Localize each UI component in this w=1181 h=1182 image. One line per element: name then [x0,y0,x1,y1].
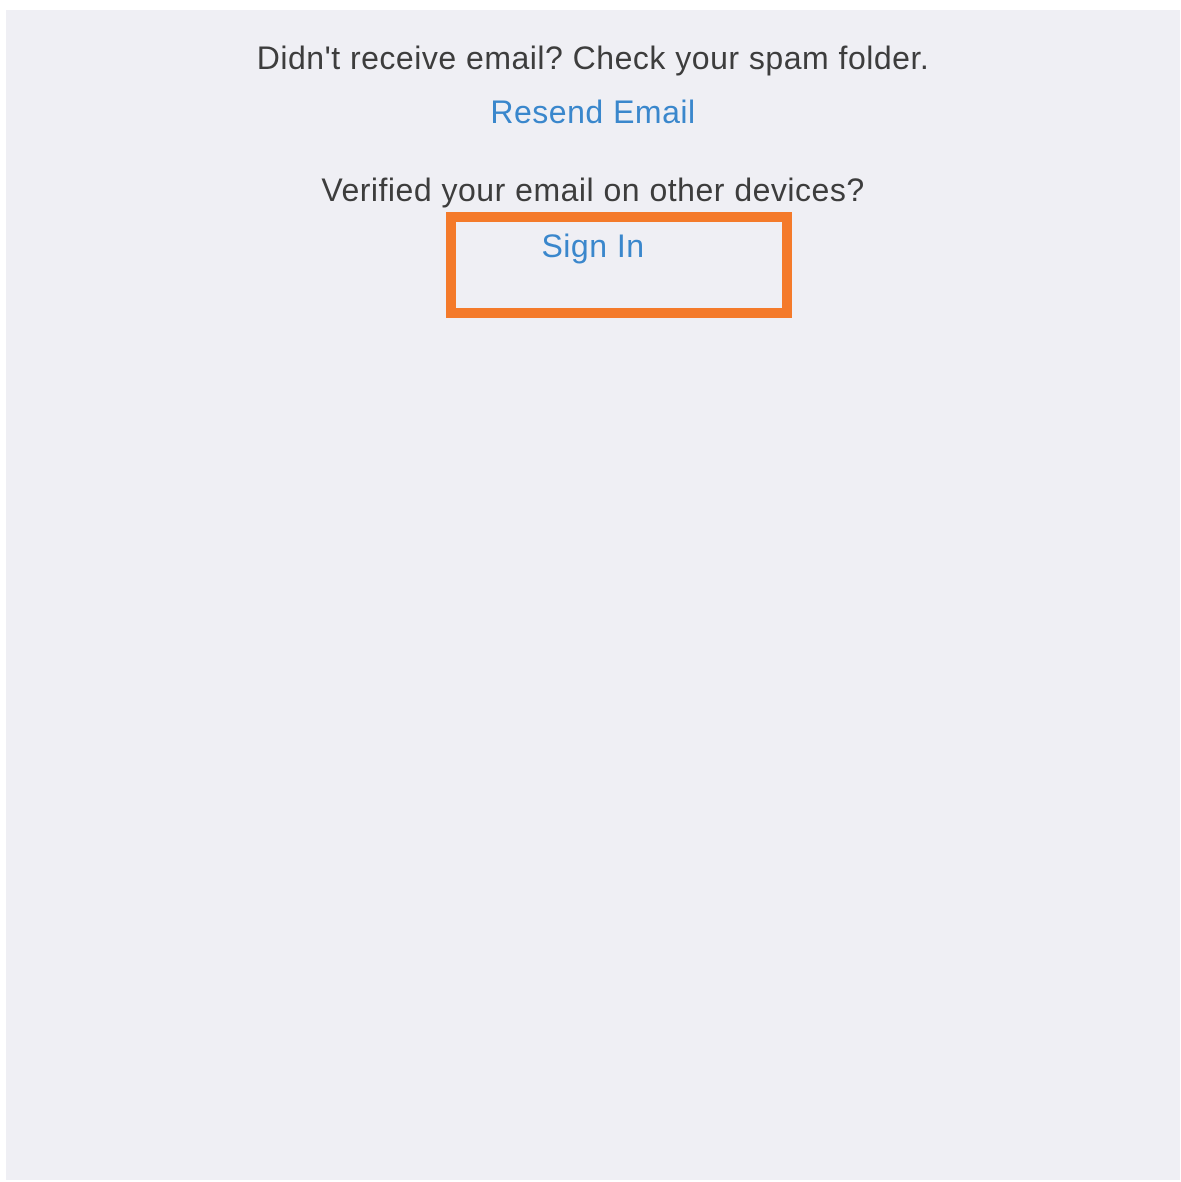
spam-folder-prompt: Didn't receive email? Check your spam fo… [256,40,930,76]
sign-in-link[interactable]: Sign In [6,228,1180,265]
verification-screen: Didn't receive email? Check your spam fo… [6,10,1180,1180]
verified-other-devices-prompt: Verified your email on other devices? [321,172,865,208]
resend-email-link[interactable]: Resend Email [6,94,1180,131]
